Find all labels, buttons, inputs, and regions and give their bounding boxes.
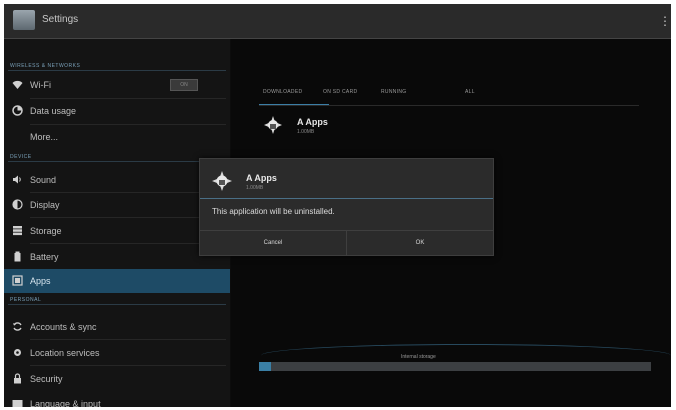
sidebar-item-security[interactable]: Security xyxy=(4,367,230,391)
sync-icon xyxy=(12,321,23,332)
dialog-divider xyxy=(200,198,493,199)
sidebar-item-display[interactable]: Display xyxy=(4,193,230,217)
sidebar-item-location[interactable]: Location services xyxy=(4,341,230,365)
battery-icon xyxy=(12,251,23,262)
sidebar-item-label: Data usage xyxy=(30,106,77,116)
section-divider xyxy=(8,161,226,162)
section-header-wireless: WIRELESS & NETWORKS xyxy=(10,63,81,69)
sidebar-item-label: More... xyxy=(30,132,59,142)
tab-running[interactable]: RUNNING xyxy=(381,89,406,95)
sidebar-item-sound[interactable]: Sound xyxy=(4,168,230,192)
dialog-title: A Apps xyxy=(246,173,277,183)
android-icon[interactable] xyxy=(264,116,282,134)
storage-used-fill xyxy=(259,362,271,371)
uninstall-dialog: A Apps 1.00MB This application will be u… xyxy=(199,158,494,256)
title-bar: Settings ⋮ xyxy=(4,4,671,39)
wifi-toggle[interactable]: ON xyxy=(170,79,198,91)
sidebar-item-label: Security xyxy=(30,374,63,384)
storage-icon xyxy=(12,225,23,236)
sidebar-item-label: Location services xyxy=(30,348,100,358)
settings-icon[interactable] xyxy=(13,10,35,30)
storage-bar xyxy=(259,362,651,371)
storage-label: Internal storage xyxy=(401,354,436,360)
tab-all[interactable]: ALL xyxy=(465,89,475,95)
item-divider xyxy=(30,339,226,340)
sidebar-item-more[interactable]: More... xyxy=(4,125,230,149)
app-size: 1.00MB xyxy=(297,129,315,135)
apps-tabs: DOWNLOADED ON SD CARD RUNNING ALL xyxy=(259,89,481,103)
tab-downloaded[interactable]: DOWNLOADED xyxy=(263,89,302,95)
app-title: Settings xyxy=(42,14,79,25)
display-icon xyxy=(12,199,23,210)
sidebar-item-data-usage[interactable]: Data usage xyxy=(4,99,230,123)
section-header-device: DEVICE xyxy=(10,154,32,160)
overflow-menu-icon[interactable]: ⋮ xyxy=(659,13,671,29)
sidebar-item-apps[interactable]: Apps xyxy=(4,269,230,293)
section-header-personal: PERSONAL xyxy=(10,297,42,303)
section-divider xyxy=(8,70,226,71)
sidebar-item-language[interactable]: Language & input xyxy=(4,392,230,407)
sidebar-item-wifi[interactable]: Wi-Fi ON xyxy=(4,73,230,97)
sidebar-item-label: Display xyxy=(30,200,60,210)
ok-button[interactable]: OK xyxy=(347,231,493,256)
settings-sidebar: WIRELESS & NETWORKS Wi-Fi ON Data usage … xyxy=(4,39,230,407)
sidebar-item-label: Apps xyxy=(30,276,51,286)
cancel-button[interactable]: Cancel xyxy=(200,231,347,256)
section-divider xyxy=(8,304,226,305)
item-divider xyxy=(30,217,226,218)
sidebar-item-label: Accounts & sync xyxy=(30,322,97,332)
sidebar-item-label: Storage xyxy=(30,226,62,236)
apps-icon xyxy=(12,275,23,286)
settings-screen: Settings ⋮ WIRELESS & NETWORKS Wi-Fi ON … xyxy=(4,4,671,407)
sidebar-item-label: Language & input xyxy=(30,399,101,407)
keyboard-icon xyxy=(12,398,23,407)
sidebar-item-storage[interactable]: Storage xyxy=(4,219,230,243)
dialog-message: This application will be uninstalled. xyxy=(212,207,335,216)
tab-on-sd-card[interactable]: ON SD CARD xyxy=(323,89,357,95)
data-usage-icon xyxy=(12,105,23,116)
tab-divider xyxy=(259,105,639,106)
android-icon xyxy=(212,171,232,191)
app-name[interactable]: A Apps xyxy=(297,117,328,127)
sidebar-item-label: Sound xyxy=(30,175,57,185)
item-divider xyxy=(30,365,226,366)
wifi-icon xyxy=(12,79,23,90)
item-divider xyxy=(30,243,226,244)
lock-icon xyxy=(12,373,23,384)
sidebar-item-accounts-sync[interactable]: Accounts & sync xyxy=(4,315,230,339)
sidebar-item-label: Battery xyxy=(30,252,59,262)
sidebar-item-battery[interactable]: Battery xyxy=(4,245,230,269)
sound-icon xyxy=(12,174,23,185)
dialog-subtitle: 1.00MB xyxy=(246,185,264,191)
dialog-button-bar: Cancel OK xyxy=(200,230,493,256)
sidebar-item-label: Wi-Fi xyxy=(30,80,51,90)
location-icon xyxy=(12,347,23,358)
